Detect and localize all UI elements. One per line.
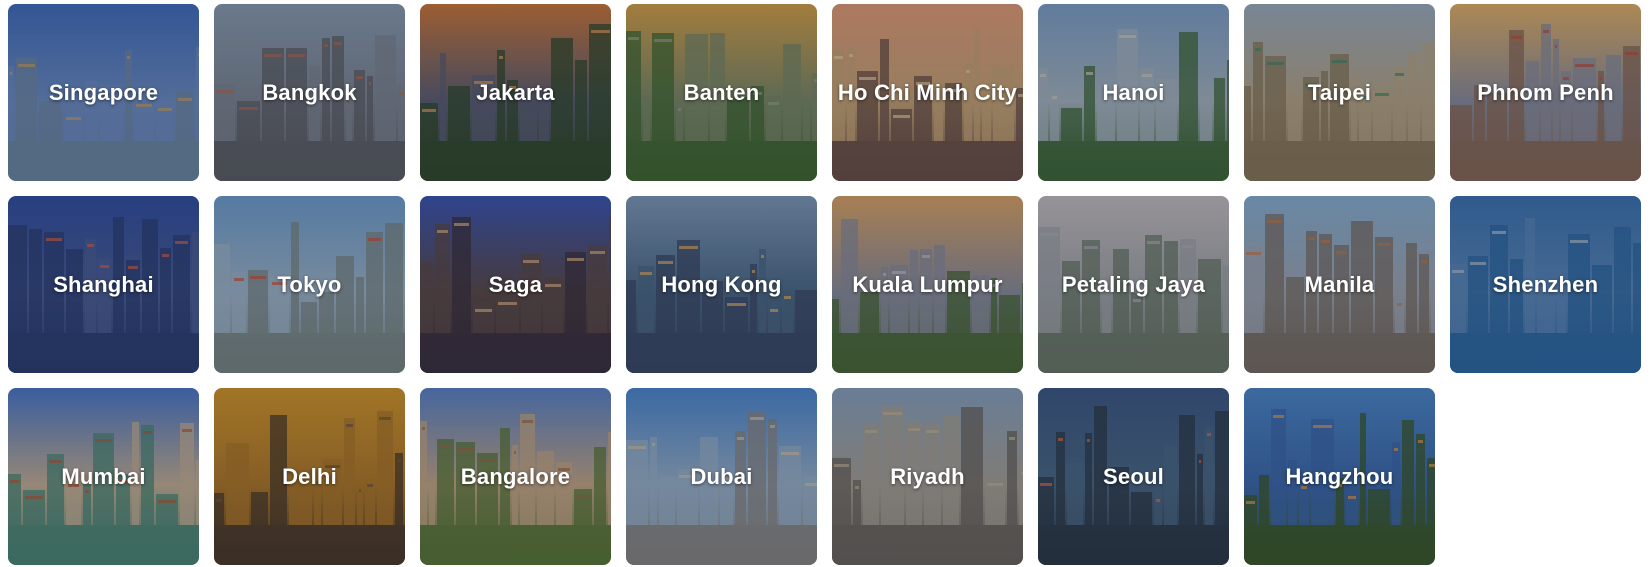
city-name-label: Singapore (48, 79, 159, 105)
city-name-label: Mumbai (61, 463, 146, 489)
city-grid: Singapore Bangkok Jakarta Banten Ho Chi Minh… (8, 4, 1641, 565)
city-tile-singapore[interactable]: Singapore (8, 4, 199, 181)
city-name-label: Shenzhen (1492, 271, 1599, 297)
city-name-label: Dubai (690, 463, 753, 489)
city-name-label: Manila (1304, 271, 1375, 297)
city-name-label: Jakarta (476, 79, 555, 105)
city-tile-phnom-penh[interactable]: Phnom Penh (1450, 4, 1641, 181)
city-name-label: Banten (683, 79, 760, 105)
city-tile-banten[interactable]: Banten (626, 4, 817, 181)
city-name-label: Taipei (1307, 79, 1372, 105)
city-name-label: Bangkok (262, 79, 357, 105)
city-tile-taipei[interactable]: Taipei (1244, 4, 1435, 181)
city-tile-shanghai[interactable]: Shanghai (8, 196, 199, 373)
city-name-label: Hangzhou (1285, 463, 1394, 489)
city-tile-seoul[interactable]: Seoul (1038, 388, 1229, 565)
city-tile-dubai[interactable]: Dubai (626, 388, 817, 565)
city-tile-manila[interactable]: Manila (1244, 196, 1435, 373)
city-tile-petaling-jaya[interactable]: Petaling Jaya (1038, 196, 1229, 373)
city-name-label: Petaling Jaya (1061, 271, 1206, 297)
city-name-label: Seoul (1103, 463, 1164, 489)
city-tile-mumbai[interactable]: Mumbai (8, 388, 199, 565)
city-name-label: Bangalore (460, 463, 571, 489)
city-tile-tokyo[interactable]: Tokyo (214, 196, 405, 373)
city-tile-saga[interactable]: Saga (420, 196, 611, 373)
city-tile-riyadh[interactable]: Riyadh (832, 388, 1023, 565)
city-name-label: Hong Kong (661, 271, 782, 297)
city-tile-shenzhen[interactable]: Shenzhen (1450, 196, 1641, 373)
city-name-label: Delhi (282, 463, 337, 489)
city-tile-hangzhou[interactable]: Hangzhou (1244, 388, 1435, 565)
city-name-label: Kuala Lumpur (852, 271, 1003, 297)
city-tile-ho-chi-minh-city[interactable]: Ho Chi Minh City (832, 4, 1023, 181)
city-tile-hong-kong[interactable]: Hong Kong (626, 196, 817, 373)
city-name-label: Riyadh (890, 463, 965, 489)
city-tile-bangalore[interactable]: Bangalore (420, 388, 611, 565)
city-tile-bangkok[interactable]: Bangkok (214, 4, 405, 181)
city-name-label: Hanoi (1102, 79, 1165, 105)
city-name-label: Shanghai (53, 271, 154, 297)
city-name-label: Saga (488, 271, 543, 297)
city-tile-kuala-lumpur[interactable]: Kuala Lumpur (832, 196, 1023, 373)
city-tile-jakarta[interactable]: Jakarta (420, 4, 611, 181)
city-name-label: Ho Chi Minh City (837, 79, 1018, 105)
city-tile-delhi[interactable]: Delhi (214, 388, 405, 565)
city-tile-hanoi[interactable]: Hanoi (1038, 4, 1229, 181)
city-name-label: Tokyo (277, 271, 342, 297)
city-name-label: Phnom Penh (1477, 79, 1614, 105)
